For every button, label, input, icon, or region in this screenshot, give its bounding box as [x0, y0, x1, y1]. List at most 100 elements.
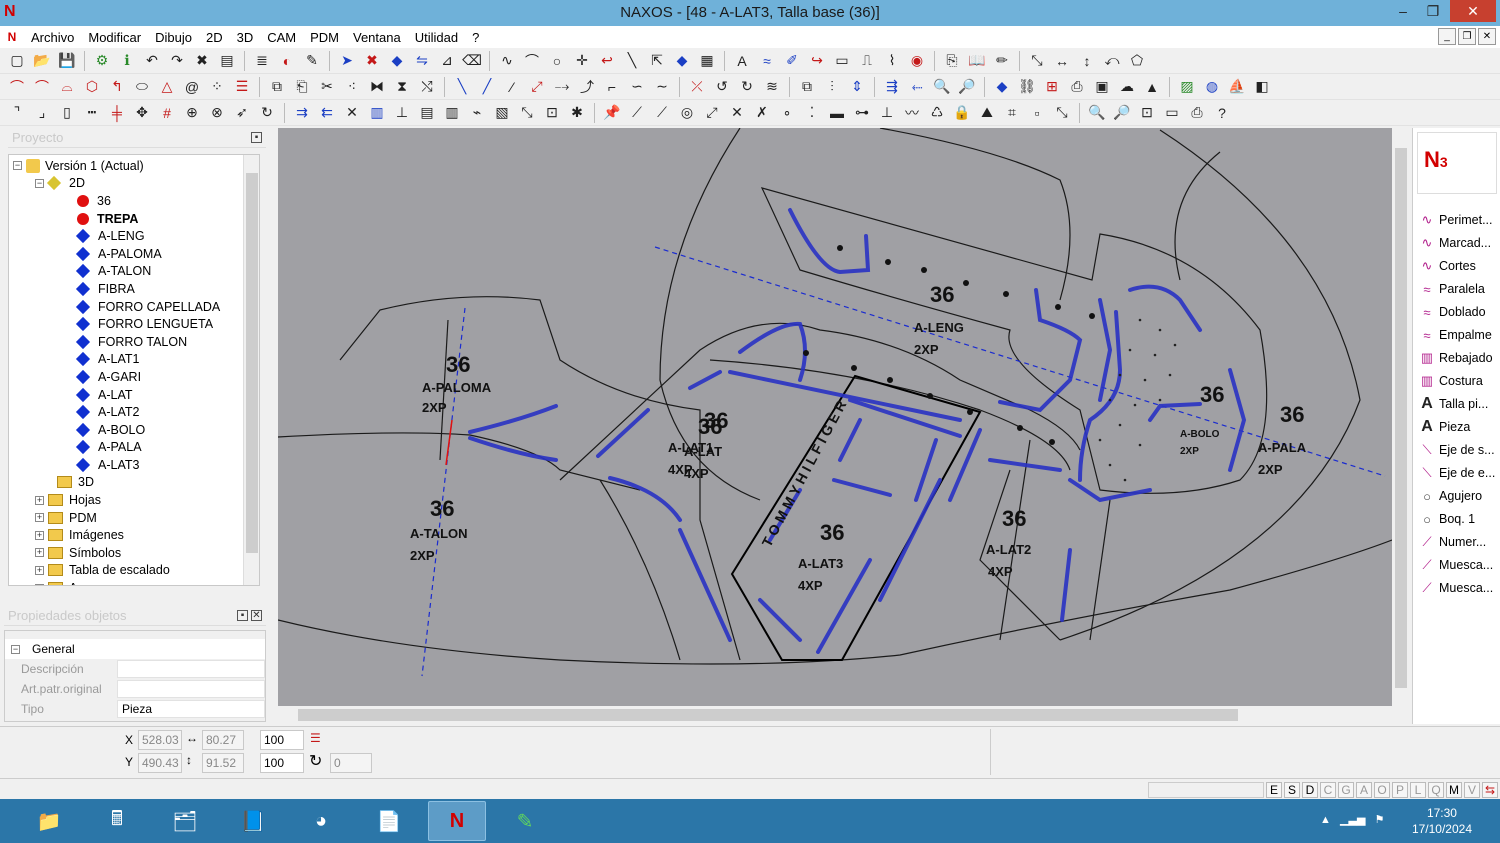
- tree-item[interactable]: A-PALA: [13, 439, 259, 457]
- tree-item[interactable]: A-LAT: [13, 386, 259, 404]
- tree-item[interactable]: A-BOLO: [13, 421, 259, 439]
- drawing-canvas[interactable]: 36 A-PALOMA 2XP 36 A-TALON 2XP 36 A-LENG…: [278, 128, 1392, 706]
- status-flag[interactable]: Q: [1428, 782, 1444, 798]
- arc2-tool-icon[interactable]: ⌒: [31, 76, 53, 98]
- tool-item[interactable]: ⟋ Muesca...: [1417, 555, 1493, 575]
- tray-icons[interactable]: ▲ ▁▃▅ ⚑: [1320, 813, 1384, 826]
- height-icon[interactable]: ↕: [1076, 50, 1098, 72]
- ring-icon[interactable]: ◎: [676, 102, 698, 124]
- status-flag[interactable]: G: [1338, 782, 1354, 798]
- bolt-icon[interactable]: ⌁: [466, 102, 488, 124]
- text-icon[interactable]: A: [731, 50, 753, 72]
- zoom-in-icon[interactable]: 🔍: [1086, 102, 1108, 124]
- crop-icon[interactable]: ⌗: [1001, 102, 1023, 124]
- wave2-icon[interactable]: ∽: [626, 76, 648, 98]
- props-section[interactable]: − General: [5, 639, 265, 659]
- wave3-icon[interactable]: ∼: [651, 76, 673, 98]
- paste-icon[interactable]: ⎗: [291, 76, 313, 98]
- corner-icon[interactable]: ⤺: [1101, 50, 1123, 72]
- fill-icon[interactable]: ◆: [671, 50, 693, 72]
- align-icon[interactable]: ⫶: [821, 76, 843, 98]
- tape-icon[interactable]: ▭: [1161, 102, 1183, 124]
- arc-icon[interactable]: ⌒: [521, 50, 543, 72]
- measure-icon[interactable]: ⊿: [436, 50, 458, 72]
- dot-icon[interactable]: ∘: [776, 102, 798, 124]
- menu-ventana[interactable]: Ventana: [346, 30, 408, 45]
- status-flag[interactable]: A: [1356, 782, 1372, 798]
- design-app-icon[interactable]: ✎: [496, 801, 554, 841]
- status-flag[interactable]: D: [1302, 782, 1318, 798]
- menu-cam[interactable]: CAM: [260, 30, 303, 45]
- scale-icon[interactable]: ☰: [310, 731, 321, 745]
- slash-icon[interactable]: ⁄: [501, 76, 523, 98]
- line-icon[interactable]: ╲: [621, 50, 643, 72]
- dots-icon[interactable]: ⁚: [801, 102, 823, 124]
- square-icon[interactable]: ▫: [1026, 102, 1048, 124]
- redo-icon[interactable]: ↷: [166, 50, 188, 72]
- shuffle-icon[interactable]: ⤭: [416, 76, 438, 98]
- panel-close-button[interactable]: ✕: [251, 610, 262, 621]
- curve-icon[interactable]: ∿: [496, 50, 518, 72]
- menu-2d[interactable]: 2D: [199, 30, 230, 45]
- x-icon[interactable]: ✕: [341, 102, 363, 124]
- pointer-icon[interactable]: ⇱: [646, 50, 668, 72]
- menu-modificar[interactable]: Modificar: [81, 30, 148, 45]
- receive-icon[interactable]: ⇇: [316, 102, 338, 124]
- status-flag[interactable]: M: [1446, 782, 1462, 798]
- tree-node[interactable]: + PDM: [13, 509, 259, 527]
- description-field[interactable]: [117, 660, 265, 678]
- box2-icon[interactable]: ▥: [441, 102, 463, 124]
- tree-item[interactable]: FORRO LENGUETA: [13, 315, 259, 333]
- star-icon[interactable]: ✱: [566, 102, 588, 124]
- cross-icon[interactable]: ✛: [571, 50, 593, 72]
- tree-node[interactable]: + Tabla de escalado: [13, 562, 259, 580]
- insert-icon[interactable]: ⊕: [181, 102, 203, 124]
- rotate-icon[interactable]: ↻: [309, 751, 322, 771]
- zoom2-icon[interactable]: 🔎: [956, 76, 978, 98]
- collapse-icon[interactable]: −: [35, 178, 44, 188]
- flip-v-icon[interactable]: ⧗: [391, 76, 413, 98]
- hatch-icon[interactable]: ▧: [491, 102, 513, 124]
- circle-icon[interactable]: ○: [546, 50, 568, 72]
- puzzle-icon[interactable]: ◧: [1251, 76, 1273, 98]
- type-select[interactable]: Pieza: [117, 700, 265, 718]
- zoom-icon[interactable]: 🔍: [931, 76, 953, 98]
- window-icon[interactable]: ▣: [1091, 76, 1113, 98]
- tree-node[interactable]: + Hojas: [13, 491, 259, 509]
- diag-icon[interactable]: ⟋: [626, 102, 648, 124]
- split-icon[interactable]: ⤫: [686, 76, 708, 98]
- corner-b-icon[interactable]: ⌟: [31, 102, 53, 124]
- tool-item[interactable]: ○ Boq. 1: [1417, 509, 1475, 529]
- bar-icon[interactable]: ▬: [826, 102, 848, 124]
- smooth-icon[interactable]: ≋: [761, 76, 783, 98]
- calculator-icon[interactable]: 🖩: [88, 801, 146, 841]
- menu-pdm[interactable]: PDM: [303, 30, 346, 45]
- tool-item[interactable]: ∿ Perimet...: [1417, 210, 1493, 230]
- panel-pin-button[interactable]: ▪: [237, 610, 248, 621]
- status-flag[interactable]: O: [1374, 782, 1390, 798]
- clock[interactable]: 17:30 17/10/2024: [1412, 805, 1472, 837]
- tree-item[interactable]: 36: [13, 192, 259, 210]
- menu-3d[interactable]: 3D: [230, 30, 261, 45]
- cut-icon[interactable]: ✂: [316, 76, 338, 98]
- status-flag[interactable]: L: [1410, 782, 1426, 798]
- mountain-icon[interactable]: ⛰: [976, 102, 998, 124]
- undo-icon[interactable]: ↶: [141, 50, 163, 72]
- tree-item[interactable]: FIBRA: [13, 280, 259, 298]
- tree-item[interactable]: A-GARI: [13, 368, 259, 386]
- triangle-icon[interactable]: △: [156, 76, 178, 98]
- resize-icon[interactable]: ⤡: [1051, 102, 1073, 124]
- height-field[interactable]: 91.52: [202, 753, 244, 773]
- minimize-button[interactable]: –: [1386, 0, 1420, 22]
- tree-item[interactable]: TREPA: [13, 210, 259, 228]
- presentation-icon[interactable]: 🗂: [156, 801, 214, 841]
- recycle-icon[interactable]: ♺: [926, 102, 948, 124]
- tool-item[interactable]: ≈ Paralela: [1417, 279, 1484, 299]
- polyline-icon[interactable]: ⌓: [56, 76, 78, 98]
- trend-icon[interactable]: ⤴: [576, 76, 598, 98]
- arrows-icon[interactable]: ⤡: [1026, 50, 1048, 72]
- page-icon[interactable]: ▯: [56, 102, 78, 124]
- boat-icon[interactable]: ⛵: [1226, 76, 1248, 98]
- tool-item[interactable]: A Talla pi...: [1417, 394, 1488, 414]
- paint-icon[interactable]: ◐: [276, 50, 298, 72]
